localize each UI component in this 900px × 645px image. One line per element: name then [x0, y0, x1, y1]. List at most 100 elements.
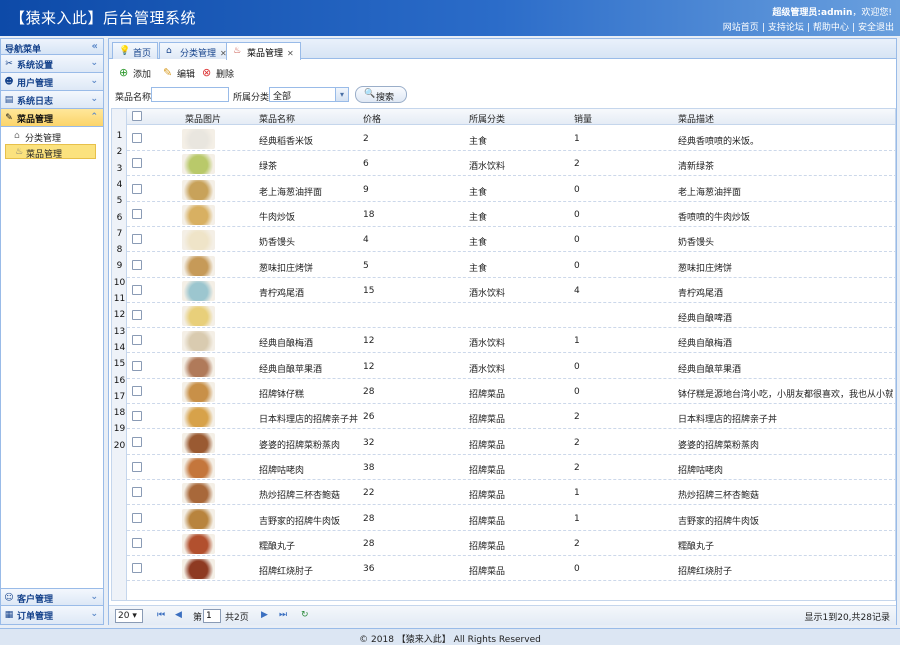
row-checkbox[interactable] [132, 310, 142, 321]
cell-name: 吉野家的招牌牛肉饭 [259, 516, 341, 527]
select-all-checkbox[interactable] [132, 111, 142, 121]
dish-image [182, 306, 215, 327]
sidebar-item-order-management[interactable]: ▦ 订单管理 ⌄ [1, 606, 103, 624]
cell-category: 主食 [469, 187, 488, 198]
table-row[interactable]: 招牌红烧肘子 36 招牌菜品 0 招牌红烧肘子 [127, 556, 895, 582]
sidebar-subitem-dish[interactable]: ♨ 菜品管理 [5, 144, 96, 160]
table-row[interactable]: 吉野家的招牌牛肉饭 28 招牌菜品 1 吉野家的招牌牛肉饭 [127, 506, 895, 531]
table-row[interactable]: 经典自酿梅酒 12 酒水饮料 1 经典自酿梅酒 [127, 328, 895, 354]
chevron-down-icon: ⌄ [90, 592, 98, 602]
add-button[interactable]: ⊕ 添加 [119, 66, 151, 80]
table-row[interactable]: 热炒招牌三杯杏鲍菇 22 招牌菜品 1 热炒招牌三杯杏鲍菇 [127, 480, 895, 506]
row-checkbox[interactable] [132, 411, 142, 422]
row-checkbox[interactable] [132, 487, 142, 498]
table-row[interactable]: 葱味扣庄烤饼 5 主食 0 葱味扣庄烤饼 [127, 253, 895, 278]
cell-sales: 0 [574, 361, 580, 372]
customer-icon: ☺ [4, 593, 14, 603]
sidebar-item-customer-management[interactable]: ☺ 客户管理 ⌄ [1, 588, 103, 606]
page-size-select[interactable]: 20 ▾ [115, 609, 143, 623]
chevron-down-icon: ⌄ [90, 94, 98, 104]
category-select[interactable]: 全部 ▾ [269, 87, 349, 102]
dish-image [182, 432, 215, 453]
table-row[interactable]: 糯酿丸子 28 招牌菜品 2 糯酿丸子 [127, 531, 895, 556]
first-page-icon[interactable]: ⏮ [157, 610, 165, 620]
row-checkbox[interactable] [132, 133, 142, 143]
cell-price: 4 [363, 235, 369, 246]
cell-sales: 0 [574, 184, 580, 195]
cell-category: 酒水饮料 [469, 162, 506, 173]
row-number: 16 [113, 375, 126, 386]
row-checkbox[interactable] [132, 512, 142, 523]
cell-price: 32 [363, 437, 375, 448]
cell-desc: 奶香馒头 [678, 238, 715, 249]
cell-desc: 招牌红烧肘子 [678, 567, 733, 578]
row-checkbox[interactable] [132, 436, 142, 447]
tab-home[interactable]: 💡 首页 [112, 42, 159, 59]
dish-image [182, 407, 215, 428]
row-checkbox[interactable] [132, 537, 142, 548]
page-number-input[interactable] [203, 609, 221, 623]
table-row[interactable]: 奶香馒头 4 主食 0 奶香馒头 [127, 227, 895, 253]
row-checkbox[interactable] [132, 386, 142, 396]
row-checkbox[interactable] [132, 563, 142, 574]
cell-desc: 经典自酿梅酒 [678, 339, 733, 350]
link-logout[interactable]: 安全退出 [858, 23, 894, 33]
tab-category-management[interactable]: ⌂ 分类管理 ✕ [159, 42, 234, 59]
cell-category: 招牌菜品 [469, 516, 506, 527]
cell-price: 28 [363, 387, 375, 397]
cell-category: 酒水饮料 [469, 339, 506, 350]
delete-button[interactable]: ⊗ 删除 [202, 66, 234, 80]
cell-desc: 招牌咕咾肉 [678, 465, 724, 476]
tab-dish-management[interactable]: ♨ 菜品管理 ✕ [226, 42, 301, 60]
cell-sales: 1 [574, 488, 580, 499]
edit-button[interactable]: ✎ 编辑 [163, 66, 195, 80]
sidebar-item-user-management[interactable]: ☻ 用户管理 ⌄ [1, 73, 103, 91]
row-checkbox[interactable] [132, 259, 142, 270]
search-button[interactable]: 🔍 搜索 [355, 86, 407, 103]
refresh-icon[interactable]: ↻ [301, 610, 309, 620]
table-row[interactable]: 日本料理店的招牌亲子丼 26 招牌菜品 2 日本料理店的招牌亲子丼 [127, 404, 895, 430]
table-row[interactable]: 绿茶 6 酒水饮料 2 清新绿茶 [127, 151, 895, 177]
pagination-info: 显示1到20,共28记录 [804, 613, 891, 623]
table-row[interactable]: 老上海葱油拌面 9 主食 0 老上海葱油拌面 [127, 177, 895, 202]
table-row[interactable]: 招牌咕咾肉 38 招牌菜品 2 招牌咕咾肉 [127, 455, 895, 480]
row-checkbox[interactable] [132, 208, 142, 219]
cell-desc: 糯酿丸子 [678, 541, 715, 552]
next-page-icon[interactable]: ▶ [261, 610, 268, 620]
row-checkbox[interactable] [132, 335, 142, 346]
sidebar-item-system-settings[interactable]: ✂ 系统设置 ⌄ [1, 55, 103, 73]
last-page-icon[interactable]: ⏭ [279, 610, 287, 620]
category-icon: ⌂ [166, 46, 172, 56]
row-checkbox[interactable] [132, 234, 142, 245]
row-checkbox[interactable] [132, 158, 142, 169]
sidebar-item-system-log[interactable]: ▤ 系统日志 ⌄ [1, 91, 103, 109]
category-label: 所属分类: [233, 93, 273, 103]
row-checkbox[interactable] [132, 183, 142, 194]
table-row[interactable]: 牛肉炒饭 18 主食 0 香喷喷的牛肉炒饭 [127, 202, 895, 227]
table-row[interactable]: 经典稻香米饭 2 主食 1 经典香喷喷的米饭。 [127, 126, 895, 151]
table-row[interactable]: 经典自酿啤酒 [127, 303, 895, 329]
dish-image [182, 280, 215, 301]
sidebar-item-dish-management[interactable]: ✎ 菜品管理 ⌃ [1, 109, 103, 127]
close-icon[interactable]: ✕ [287, 49, 294, 58]
link-home[interactable]: 网站首页 [723, 23, 759, 33]
chevron-down-icon: ⌄ [90, 76, 98, 86]
link-help[interactable]: 帮助中心 [813, 23, 849, 33]
row-checkbox[interactable] [132, 284, 142, 295]
dish-name-input[interactable] [151, 87, 229, 102]
row-checkbox[interactable] [132, 461, 142, 472]
cell-name: 婆婆的招牌菜粉蒸肉 [259, 440, 341, 451]
chevron-down-icon: ⌄ [90, 609, 98, 619]
collapse-left-icon[interactable]: « [92, 41, 98, 52]
link-forum[interactable]: 支持论坛 [768, 23, 804, 33]
row-number: 8 [116, 245, 123, 256]
cell-desc: 热炒招牌三杯杏鲍菇 [678, 491, 760, 502]
table-row[interactable]: 青柠鸡尾酒 15 酒水饮料 4 青柠鸡尾酒 [127, 278, 895, 303]
table-row[interactable]: 婆婆的招牌菜粉蒸肉 32 招牌菜品 2 婆婆的招牌菜粉蒸肉 [127, 430, 895, 455]
sidebar-subitem-category[interactable]: ⌂ 分类管理 [11, 129, 103, 144]
table-row[interactable]: 招牌钵仔糕 28 招牌菜品 0 钵仔糕是源地台湾小吃，小朋友都很喜欢，我也从小就爱吃 [127, 379, 895, 404]
cell-sales: 4 [574, 285, 580, 296]
row-checkbox[interactable] [132, 360, 142, 371]
table-row[interactable]: 经典自酿苹果酒 12 酒水饮料 0 经典自酿苹果酒 [127, 354, 895, 379]
prev-page-icon[interactable]: ◀ [175, 610, 182, 620]
